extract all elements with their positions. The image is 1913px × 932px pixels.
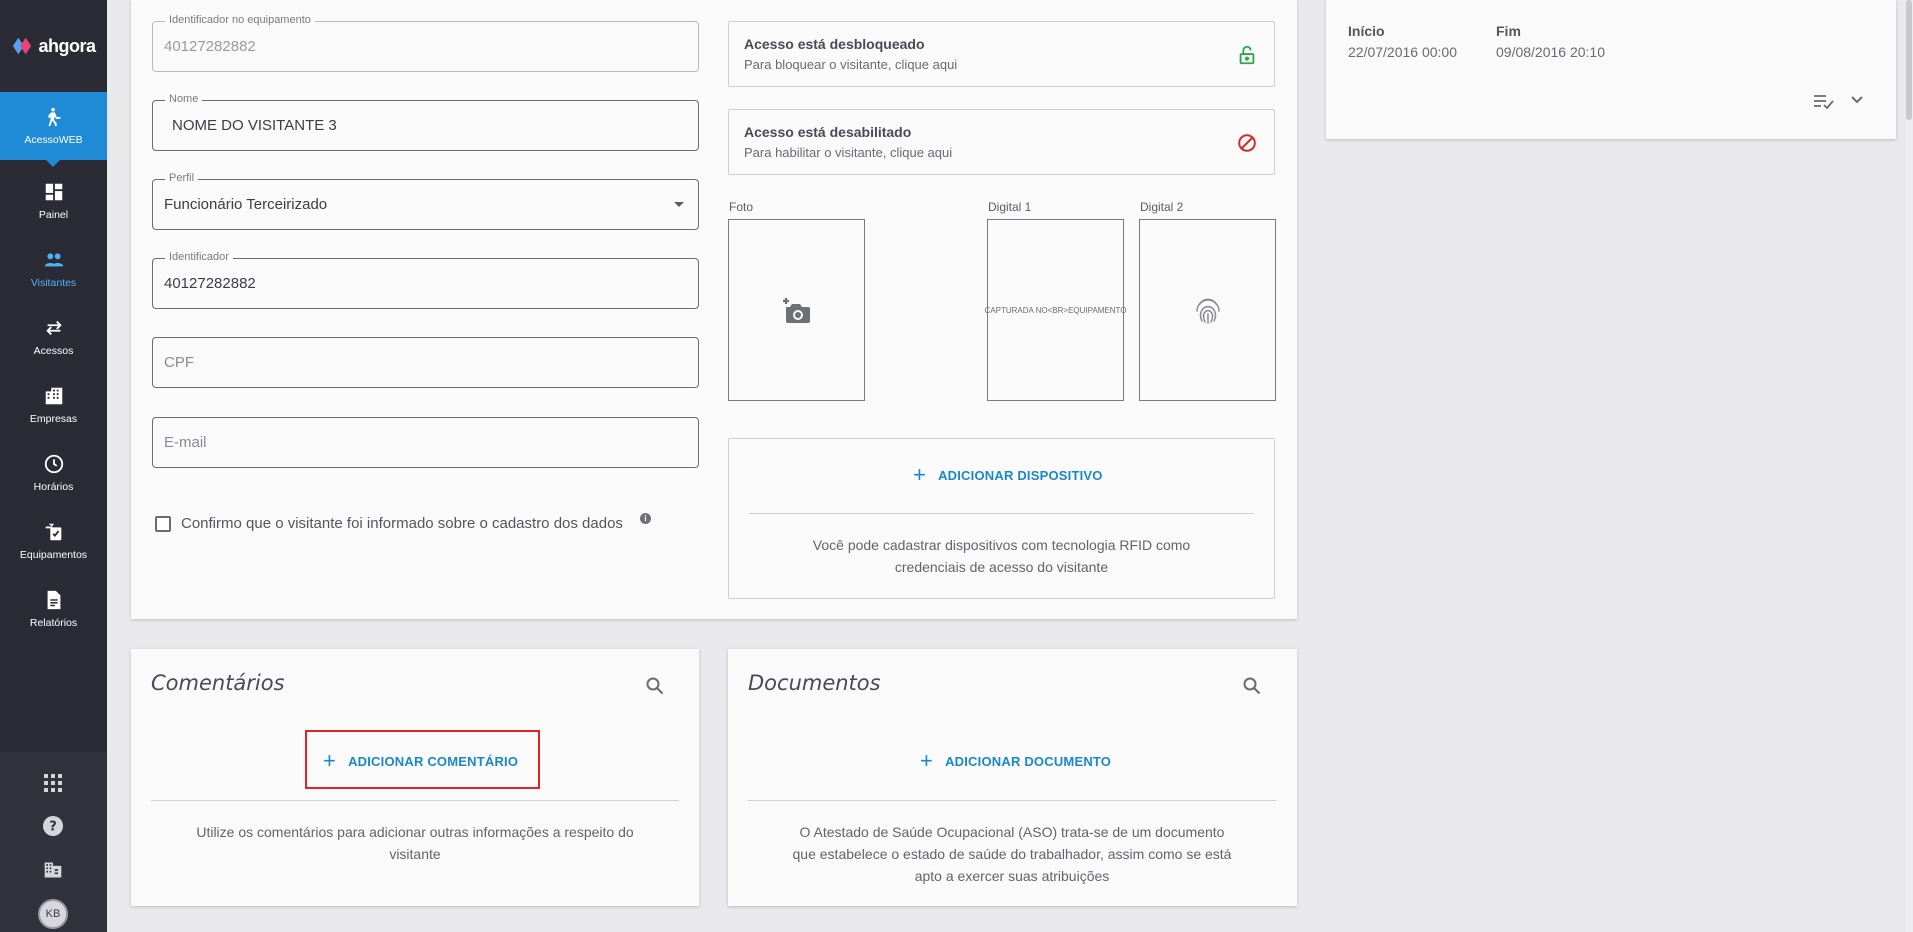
sidebar-item-label: Equipamentos (19, 549, 88, 561)
checklist-icon[interactable] (1813, 93, 1835, 109)
field-value: Funcionário Terceirizado (164, 196, 328, 213)
sidebar-item-label: Visitantes (30, 277, 77, 289)
digital1-box: CAPTURADA NO<BR>EQUIPAMENTO (984, 219, 1127, 401)
devices-box: + ADICIONAR DISPOSITIVO Você pode cadast… (728, 438, 1275, 599)
name-field[interactable]: Nome NOME DO VISITANTE 3 (152, 93, 699, 151)
ahgora-logo-icon (13, 37, 32, 55)
sidebar-item-visitantes[interactable]: Visitantes (0, 236, 107, 302)
people-icon (44, 253, 63, 267)
access-title: Acesso está desbloqueado (744, 36, 925, 52)
add-device-button[interactable]: + ADICIONAR DISPOSITIVO (913, 464, 1103, 486)
fingerprint-icon (1195, 298, 1220, 324)
clock-icon (44, 454, 63, 474)
field-label: Nome (165, 93, 203, 105)
device-icon (45, 523, 61, 541)
add-device-label: ADICIONAR DISPOSITIVO (938, 467, 1103, 483)
digital1-captured-text: CAPTURADA NO<BR>EQUIPAMENTO (984, 305, 1127, 315)
start-value: 22/07/2016 00:00 (1348, 44, 1457, 60)
sidebar-item-painel[interactable]: Painel (0, 168, 107, 234)
field-placeholder: CPF (164, 354, 194, 371)
profile-select[interactable]: Perfil Funcionário Terceirizado (152, 172, 699, 230)
apps-grid-icon[interactable] (38, 768, 68, 798)
search-icon[interactable] (1243, 677, 1261, 695)
divider (749, 513, 1254, 514)
module-label: AcessoWEB (24, 134, 83, 146)
photo-upload-box[interactable] (728, 219, 865, 401)
email-field[interactable]: E-mail (152, 417, 699, 468)
equipment-id-field: Identificador no equipamento 40127282882 (152, 14, 699, 72)
sidebar-item-label: Empresas (29, 413, 78, 425)
access-unlocked-box[interactable]: Acesso está desbloqueado Para bloquear o… (728, 21, 1275, 87)
photo-label: Foto (729, 200, 754, 214)
building-icon (45, 387, 62, 405)
chevron-down-icon[interactable] (1850, 95, 1864, 105)
scrollbar[interactable] (1905, 0, 1913, 932)
chevron-down-icon (674, 202, 684, 207)
consent-checkbox[interactable] (155, 516, 171, 532)
comments-help-text: Utilize os comentários para adicionar ou… (196, 824, 634, 862)
sidebar-item-label: Painel (38, 209, 69, 221)
sidebar-item-acessos[interactable]: Acessos (0, 304, 107, 370)
field-value: NOME DO VISITANTE 3 (172, 117, 337, 134)
plus-icon: + (920, 748, 934, 773)
user-avatar[interactable]: KB (38, 899, 68, 929)
field-label: Identificador (165, 251, 233, 263)
access-disabled-box[interactable]: Acesso está desabilitado Para habilitar … (728, 109, 1275, 175)
lock-open-icon (1239, 45, 1255, 65)
identifier-field[interactable]: Identificador 40127282882 (152, 251, 699, 309)
access-subtitle: Para bloquear o visitante, clique aqui (744, 57, 958, 72)
sidebar-item-label: Acessos (33, 345, 74, 357)
company-icon[interactable] (38, 855, 68, 885)
period-card: Início 22/07/2016 00:00 Fim 09/08/2016 2… (1326, 0, 1896, 139)
access-title: Acesso está desabilitado (744, 124, 912, 140)
documents-card: Documentos + ADICIONAR DOCUMENTO O Atest… (728, 649, 1297, 906)
dashboard-icon (45, 183, 62, 201)
sidebar-item-horarios[interactable]: Horários (0, 440, 107, 506)
info-icon[interactable]: i (640, 513, 651, 524)
field-value: 40127282882 (164, 275, 256, 292)
report-icon (47, 590, 60, 610)
sidebar: ahgora AcessoWEB Painel Visitantes Acess… (0, 0, 107, 932)
sidebar-item-relatorios[interactable]: Relatórios (0, 576, 107, 642)
documents-title: Documentos (748, 671, 881, 695)
divider (748, 800, 1276, 801)
search-icon[interactable] (646, 677, 664, 695)
field-placeholder: E-mail (164, 434, 207, 451)
scrollbar-thumb[interactable] (1906, 0, 1912, 120)
field-value: 40127282882 (164, 38, 256, 55)
help-icon[interactable]: ? (38, 811, 68, 841)
svg-text:?: ? (49, 820, 57, 835)
cpf-field[interactable]: CPF (152, 337, 699, 388)
highlight-box (305, 730, 540, 789)
add-document-label: ADICIONAR DOCUMENTO (945, 753, 1112, 769)
end-value: 09/08/2016 20:10 (1496, 44, 1605, 60)
comments-title: Comentários (151, 671, 285, 695)
sidebar-item-label: Horários (33, 481, 74, 493)
block-icon (1238, 134, 1256, 152)
add-document-button[interactable]: + ADICIONAR DOCUMENTO (920, 750, 1111, 772)
consent-label[interactable]: Confirmo que o visitante foi informado s… (181, 515, 623, 532)
documents-help-text: O Atestado de Saúde Ocupacional (ASO) tr… (792, 824, 1232, 884)
sidebar-item-equipamentos[interactable]: Equipamentos (0, 508, 107, 574)
logo-text: ahgora (38, 35, 96, 56)
module-acessoweb[interactable]: AcessoWEB (0, 92, 107, 167)
plus-icon: + (913, 462, 927, 487)
start-label: Início (1348, 23, 1385, 39)
access-subtitle: Para habilitar o visitante, clique aqui (744, 145, 953, 160)
divider (151, 800, 679, 801)
sidebar-item-empresas[interactable]: Empresas (0, 372, 107, 438)
devices-help-text: Você pode cadastrar dispositivos com tec… (812, 537, 1191, 575)
digital2-box[interactable] (1139, 219, 1276, 401)
add-photo-icon (782, 298, 810, 323)
walking-person-icon (48, 107, 60, 127)
field-label: Identificador no equipamento (165, 14, 315, 26)
field-label: Perfil (165, 172, 199, 184)
digital2-label: Digital 2 (1140, 200, 1184, 214)
end-label: Fim (1496, 23, 1521, 39)
swap-arrows-icon (45, 320, 62, 336)
sidebar-item-label: Relatórios (29, 617, 78, 629)
app-logo[interactable]: ahgora (0, 0, 107, 92)
digital1-label: Digital 1 (988, 200, 1032, 214)
